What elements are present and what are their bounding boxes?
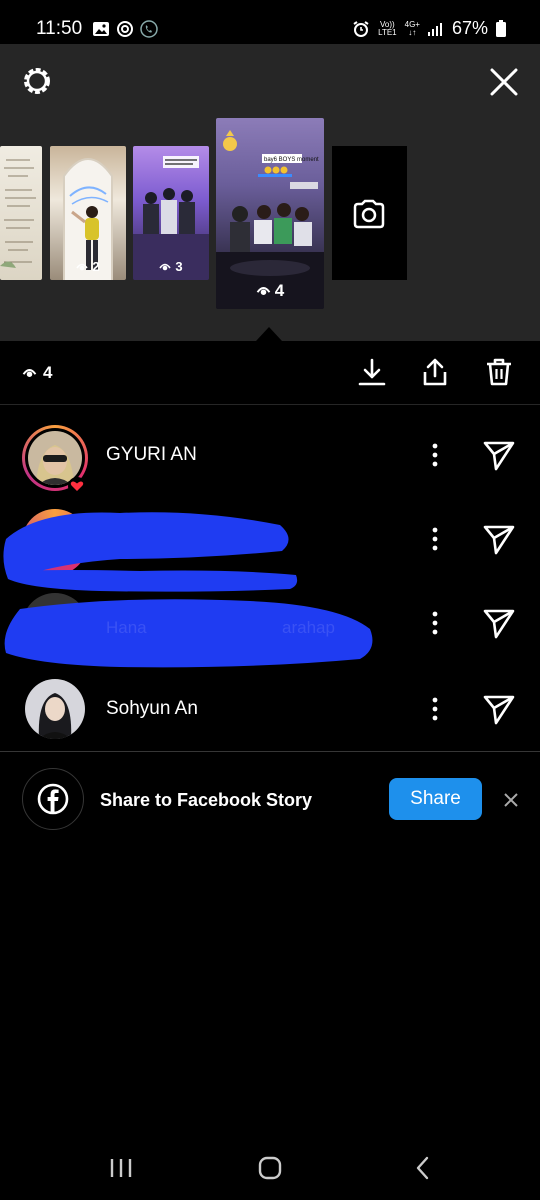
settings-icon[interactable]	[20, 64, 54, 98]
back-icon[interactable]	[413, 1156, 433, 1180]
story-thumbnail-3[interactable]: 3	[133, 146, 209, 280]
story-thumbnail-2[interactable]: 2	[50, 146, 126, 280]
more-options-icon[interactable]	[424, 525, 446, 553]
story-tray-panel: 2 3 bay6 BOYS moment 4	[0, 44, 540, 341]
close-icon[interactable]	[486, 64, 522, 100]
redaction-scribble: Hana arahap	[4, 599, 373, 668]
thumbnail-2-views: 2	[50, 259, 126, 274]
story-caption: bay6 BOYS moment	[264, 157, 319, 163]
recent-apps-icon[interactable]	[108, 1157, 134, 1179]
more-options-icon[interactable]	[424, 609, 446, 637]
avatar[interactable]	[25, 679, 85, 739]
signal-icon	[427, 22, 442, 36]
notification-icons	[92, 20, 158, 38]
views-count[interactable]: 4	[22, 363, 52, 383]
send-message-icon[interactable]	[482, 438, 516, 472]
add-story-camera-tile[interactable]	[332, 146, 407, 280]
viewer-row[interactable]: Hana arahap	[0, 581, 540, 668]
story-action-bar: 4	[0, 341, 540, 405]
viewer-name[interactable]: Sohyun An	[106, 698, 198, 720]
avatar-story-ring[interactable]	[22, 425, 88, 495]
status-bar: 11:50 Vo)) LTE1 4G+ ↓↑ 67%	[0, 0, 540, 44]
camera-icon	[353, 199, 385, 229]
share-to-facebook-label: Share to Facebook Story	[100, 790, 313, 810]
volte-indicator: Vo)) LTE1	[378, 19, 397, 37]
send-message-icon[interactable]	[482, 606, 516, 640]
thumbnail-4-views: 4	[216, 281, 324, 301]
facebook-icon	[37, 783, 69, 815]
eye-icon	[159, 263, 172, 270]
close-icon[interactable]	[501, 790, 521, 810]
viewer-row[interactable]	[0, 497, 540, 592]
eye-icon	[256, 287, 271, 295]
delete-icon[interactable]	[484, 357, 514, 387]
data-indicator: 4G+ ↓↑	[404, 19, 420, 37]
redacted-name-fragment: Hana	[106, 618, 147, 637]
system-nav-bar	[0, 1135, 540, 1200]
share-button[interactable]: Share	[389, 778, 482, 820]
avatar-image	[25, 679, 85, 739]
download-icon[interactable]	[357, 357, 387, 387]
send-message-icon[interactable]	[482, 692, 516, 726]
status-time: 11:50	[36, 18, 83, 39]
more-options-icon[interactable]	[424, 441, 446, 469]
viewer-name[interactable]: GYURI AN	[106, 444, 197, 466]
selected-indicator	[256, 327, 282, 341]
thumbnail-3-views: 3	[133, 259, 209, 274]
facebook-share-row: Share to Facebook Story Share	[0, 760, 540, 840]
story-thumbnail-1[interactable]	[0, 146, 42, 280]
eye-icon	[22, 369, 37, 377]
redacted-name-fragment: arahap	[282, 618, 335, 637]
story-thumbnail-4-selected[interactable]: bay6 BOYS moment 4	[216, 118, 324, 309]
liked-heart-icon	[68, 477, 86, 495]
phone-call-icon	[140, 20, 158, 38]
viewer-row[interactable]: Sohyun An	[0, 667, 540, 751]
send-message-icon[interactable]	[482, 522, 516, 556]
home-icon[interactable]	[258, 1156, 282, 1180]
threads-icon	[117, 21, 133, 37]
more-options-icon[interactable]	[424, 695, 446, 723]
share-icon[interactable]	[420, 357, 450, 387]
battery-icon	[496, 20, 506, 37]
battery-percent: 67%	[451, 18, 488, 38]
eye-icon	[76, 263, 89, 270]
facebook-icon-wrap	[22, 768, 84, 830]
invitation-image	[0, 159, 36, 268]
divider	[0, 751, 540, 752]
status-right: Vo)) LTE1 4G+ ↓↑ 67%	[352, 18, 506, 39]
alarm-icon	[353, 20, 369, 37]
viewer-row[interactable]: GYURI AN	[0, 413, 540, 497]
gallery-icon	[93, 22, 109, 36]
